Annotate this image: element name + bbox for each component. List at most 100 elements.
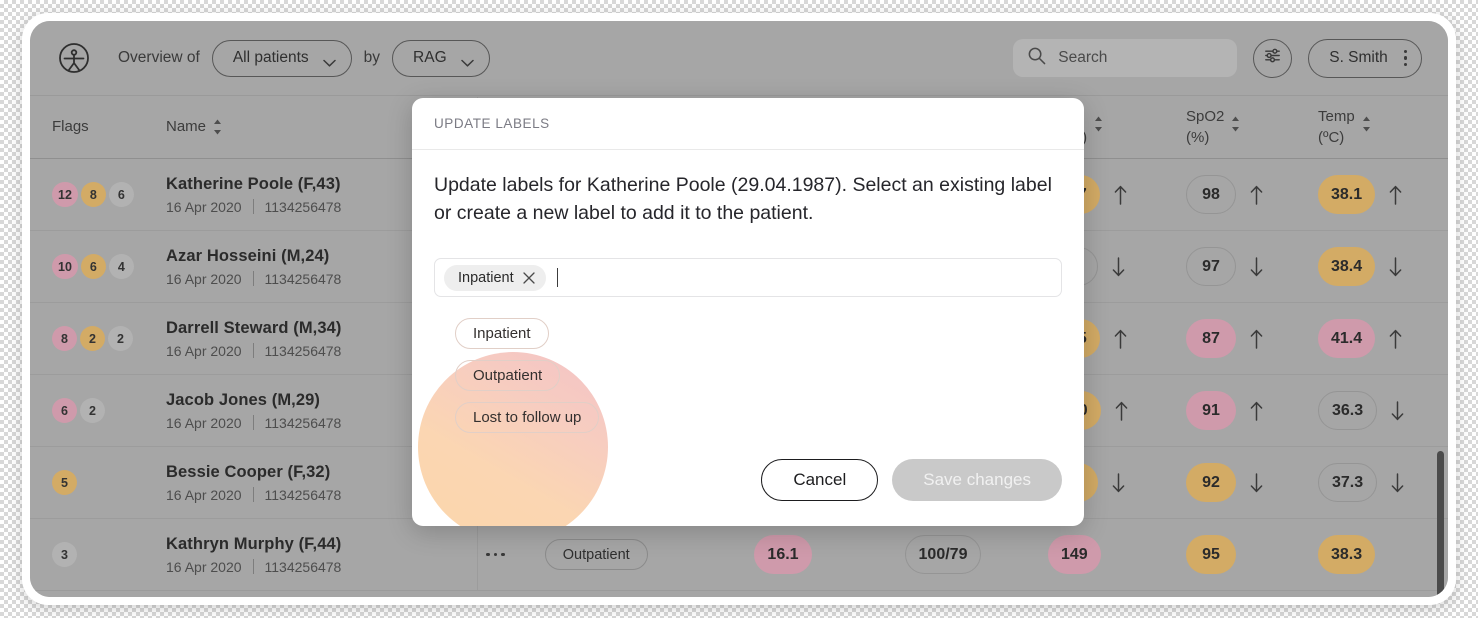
filter-sliders-button[interactable] (1253, 38, 1293, 78)
row-spo2-cell: 97 (1166, 247, 1298, 286)
trend-up-icon (1389, 185, 1402, 205)
label-tag-input[interactable]: Inpatient (434, 258, 1062, 298)
th-temp[interactable]: Temp (ºC) (1298, 107, 1438, 148)
update-labels-modal: UPDATE LABELS Update labels for Katherin… (412, 98, 1084, 526)
patient-id: 1134256478 (264, 198, 342, 215)
flag-badge-grey: 4 (108, 254, 134, 279)
th-spo2-label: SpO2 (1186, 108, 1225, 126)
flag-badge-red: 10 (52, 254, 78, 279)
row-temp-cell: 38.4 (1298, 247, 1438, 286)
th-spo2[interactable]: SpO2 (%) (1166, 107, 1298, 148)
group-select-value: RAG (413, 49, 447, 66)
row-temp-cell: 36.3 (1298, 391, 1438, 430)
table-row[interactable]: 3 Kathryn Murphy (F,44) 16 Apr 2020 1134256… (30, 519, 1448, 591)
row-label-cell: Outpatient (478, 539, 708, 570)
trend-down-icon (1389, 256, 1402, 277)
text-caret (556, 268, 559, 288)
overview-label: Overview of (118, 49, 200, 66)
trend-up-icon (1115, 401, 1128, 421)
trend-down-icon (1250, 256, 1263, 277)
flag-badge-red: 6 (52, 398, 77, 423)
flag-badge-amber: 8 (80, 182, 106, 207)
row-rhr-cell: 149 (1028, 535, 1166, 574)
meta-divider (252, 343, 254, 358)
search-input[interactable]: Search (1013, 39, 1238, 77)
row-spo2-cell: 91 (1166, 391, 1298, 430)
th-temp-label: Temp (1318, 108, 1355, 126)
row-spo2-cell: 87 (1166, 319, 1298, 358)
flag-badge-amber: 5 (52, 470, 77, 495)
sort-icon[interactable] (1094, 116, 1103, 132)
patient-date: 16 Apr 2020 (166, 270, 242, 287)
sort-icon[interactable] (1231, 116, 1240, 132)
spo2-value-bubble: 98 (1186, 175, 1236, 214)
cancel-button[interactable]: Cancel (761, 459, 879, 501)
meta-divider (252, 415, 254, 430)
row-temp-cell: 38.1 (1298, 175, 1438, 214)
row-overflow-icon[interactable] (486, 552, 505, 557)
group-select[interactable]: RAG (392, 39, 490, 77)
spo2-value-bubble: 91 (1186, 391, 1236, 430)
flag-badge-grey: 3 (52, 542, 77, 567)
patient-date: 16 Apr 2020 (166, 486, 242, 503)
sort-icon[interactable] (213, 119, 222, 135)
patient-date: 16 Apr 2020 (166, 198, 242, 215)
trend-up-icon (1250, 401, 1263, 421)
temp-value-bubble: 38.3 (1318, 535, 1376, 574)
kebab-menu-icon[interactable] (1403, 50, 1407, 66)
th-flags-label: Flags (52, 118, 89, 136)
row-flags-cell: 12 8 6 (30, 182, 148, 207)
app-card: Overview of All patients by RAG Search S… (30, 21, 1448, 597)
flag-badge-grey: 2 (108, 326, 133, 351)
row-flags-cell: 5 (30, 470, 148, 495)
patient-id: 1134256478 (264, 342, 342, 359)
flag-badges: 10 6 4 (52, 254, 148, 279)
patient-logo-icon[interactable] (58, 42, 90, 74)
row-temp-cell: 38.3 (1298, 535, 1438, 574)
row-bp-cell: 100/79 (858, 535, 1028, 574)
trend-none-icon (1250, 545, 1263, 565)
row-spo2-cell: 98 (1166, 175, 1298, 214)
scope-select[interactable]: All patients (211, 39, 352, 77)
trend-up-icon (1250, 185, 1263, 205)
meta-divider (252, 487, 254, 502)
chevron-down-icon (460, 54, 474, 67)
modal-header: UPDATE LABELS (412, 98, 1084, 150)
modal-body: Update labels for Katherine Poole (29.04… (412, 150, 1084, 526)
search-icon (1027, 46, 1046, 70)
user-menu-button[interactable]: S. Smith (1308, 38, 1422, 78)
patient-id: 1134256478 (264, 270, 342, 287)
row-flags-cell: 822 (30, 326, 148, 351)
flag-badge-red: 8 (52, 326, 77, 351)
flag-badge-red: 12 (52, 182, 78, 207)
temp-value-bubble: 38.4 (1318, 247, 1376, 286)
selected-label-chip[interactable]: Inpatient (444, 264, 546, 291)
sort-icon[interactable] (1362, 116, 1371, 132)
flag-badge-grey: 6 (108, 182, 134, 207)
row-flags-cell: 10 6 4 (30, 254, 148, 279)
meta-divider (252, 559, 254, 574)
row-label-tag[interactable]: Outpatient (544, 539, 648, 570)
trend-down-icon (1112, 472, 1125, 493)
close-icon[interactable] (522, 272, 535, 284)
suggestion-inpatient[interactable]: Inpatient (455, 318, 549, 350)
trend-down-icon (1391, 400, 1404, 421)
modal-actions: Cancel Save changes (761, 459, 1062, 501)
patient-id: 1134256478 (264, 486, 342, 503)
patient-name: Kathryn Murphy (F,44) (166, 534, 342, 553)
trend-down-icon (1112, 256, 1125, 277)
bp-value-bubble: 100/79 (904, 535, 982, 574)
flag-badges: 5 (52, 470, 148, 495)
vertical-scrollbar[interactable] (1437, 451, 1444, 597)
row-name-cell[interactable]: Kathryn Murphy (F,44) 16 Apr 2020 11342564… (148, 519, 478, 590)
filter-sliders-icon (1262, 45, 1283, 71)
suggestion-outpatient[interactable]: Outpatient (455, 360, 561, 392)
trend-down-icon (1250, 472, 1263, 493)
save-changes-button[interactable]: Save changes (892, 459, 1062, 501)
patient-id: 1134256478 (264, 414, 342, 431)
app-window-frame: Overview of All patients by RAG Search S… (22, 13, 1456, 605)
suggestion-lost-to-follow-up[interactable]: Lost to follow up (455, 402, 600, 434)
flag-badges: 822 (52, 326, 148, 351)
app-header: Overview of All patients by RAG Search S… (30, 21, 1448, 96)
patient-date: 16 Apr 2020 (166, 414, 242, 431)
